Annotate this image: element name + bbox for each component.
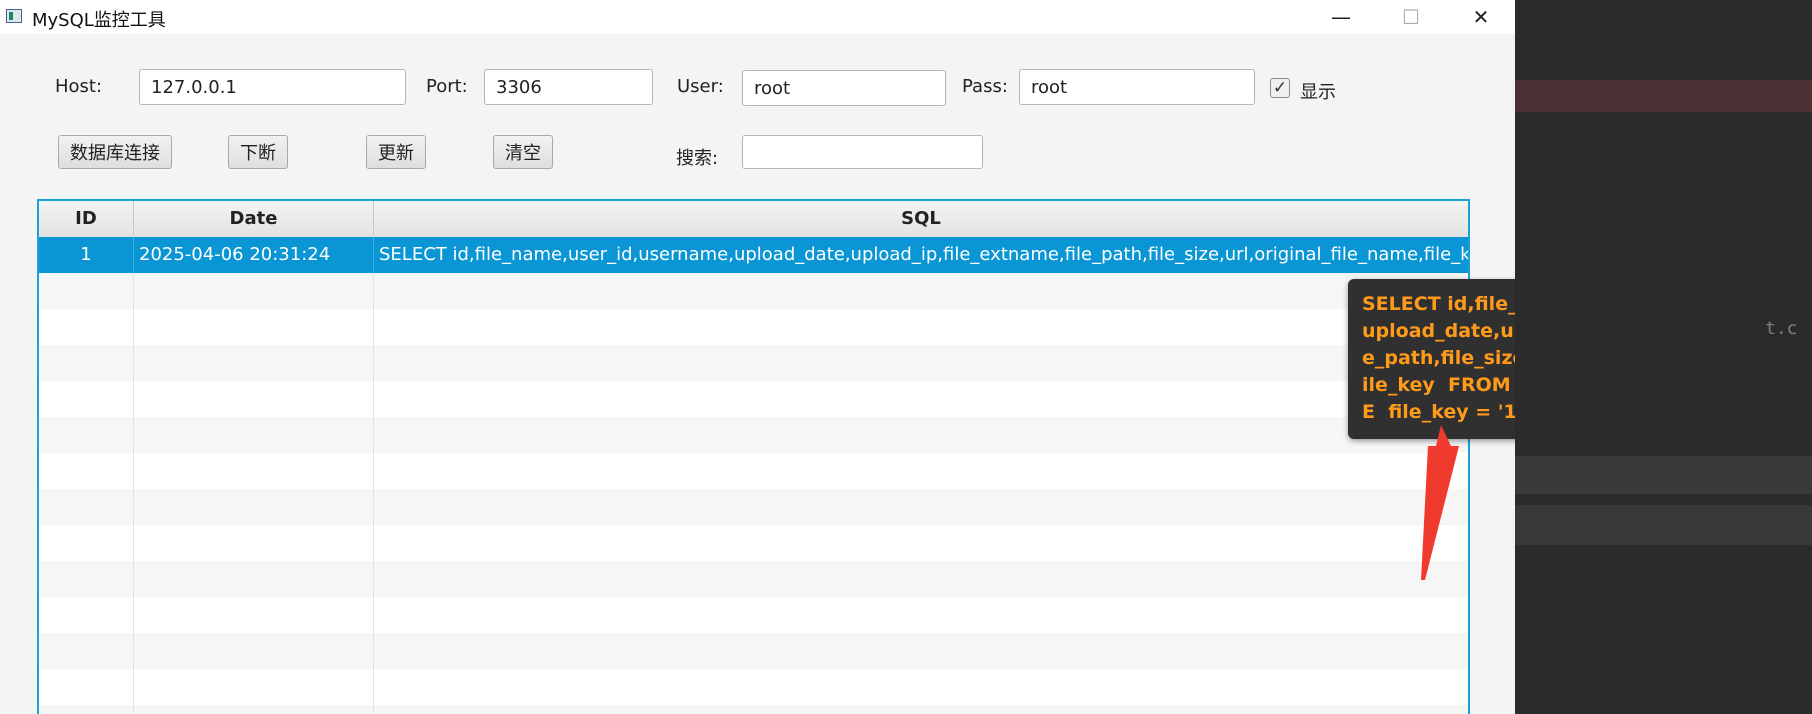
annotation-arrow-left	[1421, 425, 1459, 580]
annotation-arrows	[1421, 425, 1459, 580]
background-code-text: t.c	[1765, 318, 1798, 339]
background-line-2	[1515, 505, 1812, 545]
background-highlight-line	[1515, 80, 1812, 112]
background-line-1	[1515, 456, 1812, 494]
app-window: MySQL监控工具 — ☐ ✕ Host: Port: User: Pass: …	[0, 0, 1515, 714]
